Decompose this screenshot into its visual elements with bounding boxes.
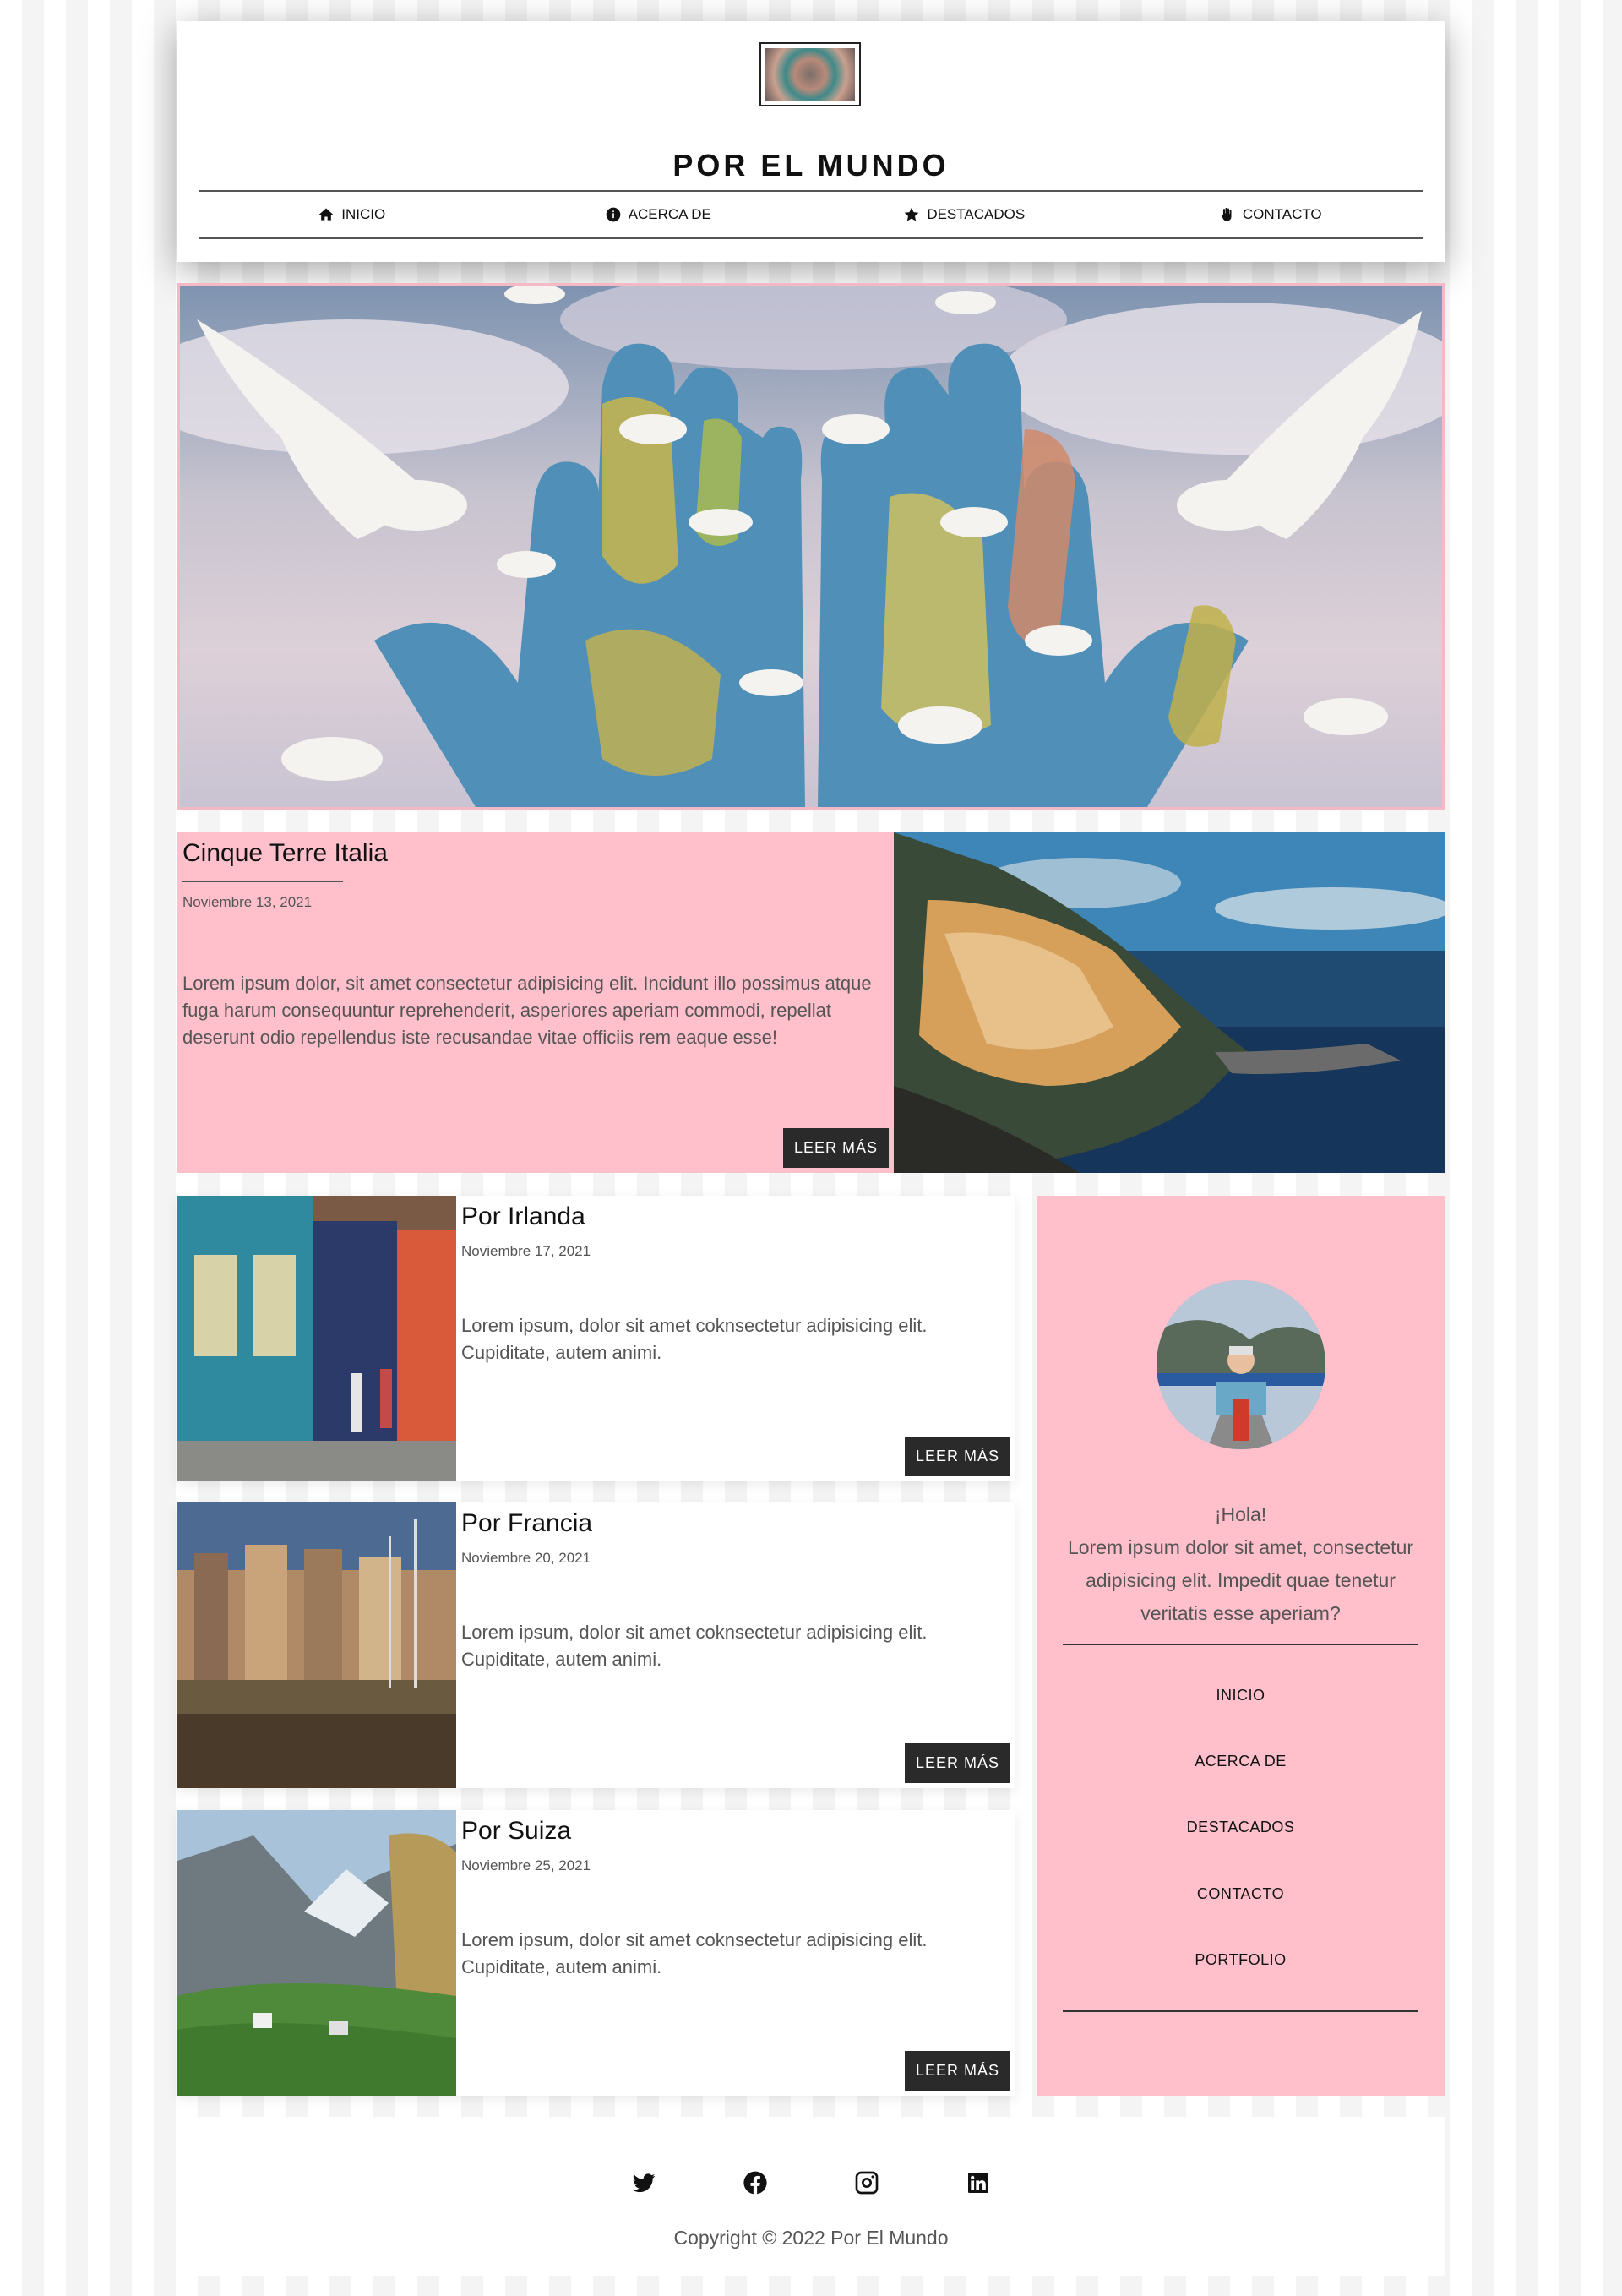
avatar-illustration (1157, 1280, 1325, 1449)
post-title[interactable]: Por Irlanda (461, 1203, 1010, 1231)
site-logo[interactable] (759, 42, 861, 106)
star-icon (904, 207, 919, 221)
site-header: POR EL MUNDO INICIO ACERCA DE DESTACADOS… (177, 21, 1445, 262)
francia-illustration (177, 1502, 456, 1788)
nav-label: CONTACTO (1242, 206, 1322, 222)
social-links (177, 2169, 1445, 2196)
site-title: POR EL MUNDO (672, 148, 950, 183)
top-nav: INICIO ACERCA DE DESTACADOS CONTACTO (199, 190, 1423, 239)
facebook-icon[interactable] (742, 2169, 769, 2196)
suiza-illustration (177, 1810, 456, 2096)
post-excerpt: Lorem ipsum, dolor sit amet coknsectetur… (461, 1929, 928, 1977)
sidebar-item-acerca-de[interactable]: ACERCA DE (1195, 1753, 1287, 1770)
post-excerpt: Lorem ipsum, dolor sit amet coknsectetur… (461, 1315, 928, 1363)
post-date: Noviembre 20, 2021 (461, 1550, 591, 1566)
logo-image (765, 48, 855, 101)
greeting: ¡Hola! Lorem ipsum dolor sit amet, conse… (1062, 1498, 1419, 1630)
featured-post: Cinque Terre Italia Noviembre 13, 2021 L… (177, 832, 1445, 1173)
read-more-button[interactable]: LEER MÁS (904, 1437, 1010, 1476)
greeting-text: Lorem ipsum dolor sit amet, consectetur … (1067, 1536, 1414, 1624)
post-date: Noviembre 25, 2021 (461, 1857, 591, 1873)
sidebar: ¡Hola! Lorem ipsum dolor sit amet, conse… (1037, 1196, 1445, 2096)
hand-icon (1221, 207, 1232, 221)
nav-item-destacados[interactable]: DESTACADOS (811, 192, 1118, 237)
instagram-icon[interactable] (853, 2169, 880, 2196)
post-body: Por Suiza Noviembre 25, 2021 Lorem ipsum… (456, 1810, 1015, 2096)
sidebar-item-destacados[interactable]: DESTACADOS (1187, 1819, 1295, 1836)
nav-item-contacto[interactable]: CONTACTO (1118, 192, 1424, 237)
cinque-terre-illustration (894, 832, 1445, 1173)
post-card-francia: Por Francia Noviembre 20, 2021 Lorem ips… (177, 1502, 1015, 1788)
post-excerpt: Lorem ipsum, dolor sit amet coknsectetur… (461, 1622, 928, 1670)
post-title[interactable]: Por Suiza (461, 1817, 1010, 1846)
post-card-irlanda: Por Irlanda Noviembre 17, 2021 Lorem ips… (177, 1196, 1015, 1481)
copyright: Copyright © 2022 Por El Mundo (673, 2227, 949, 2249)
greeting-title: ¡Hola! (1214, 1503, 1267, 1525)
featured-post-title[interactable]: Cinque Terre Italia (182, 839, 889, 868)
nav-label: ACERCA DE (628, 206, 711, 222)
post-card-suiza: Por Suiza Noviembre 25, 2021 Lorem ipsum… (177, 1810, 1015, 2096)
sidebar-item-contacto[interactable]: CONTACTO (1197, 1885, 1284, 1903)
featured-post-date: Noviembre 13, 2021 (182, 894, 313, 910)
home-icon (318, 208, 334, 221)
featured-post-text: Cinque Terre Italia Noviembre 13, 2021 L… (177, 832, 894, 1173)
read-more-button[interactable]: LEER MÁS (782, 1128, 889, 1168)
info-icon (606, 207, 620, 222)
post-thumbnail-irlanda[interactable] (177, 1196, 456, 1481)
nav-label: DESTACADOS (927, 206, 1026, 222)
hero-illustration (180, 286, 1442, 807)
nav-item-inicio[interactable]: INICIO (199, 192, 505, 237)
post-body: Por Francia Noviembre 20, 2021 Lorem ips… (456, 1502, 1015, 1788)
sidebar-menu: INICIO ACERCA DE DESTACADOS CONTACTO POR… (1063, 1644, 1418, 2012)
post-thumbnail-francia[interactable] (177, 1502, 456, 1788)
post-thumbnail-suiza[interactable] (177, 1810, 456, 2096)
irlanda-illustration (177, 1196, 456, 1481)
post-body: Por Irlanda Noviembre 17, 2021 Lorem ips… (456, 1196, 1015, 1481)
featured-post-image[interactable] (894, 832, 1445, 1173)
author-avatar (1157, 1280, 1325, 1449)
post-title[interactable]: Por Francia (461, 1509, 1010, 1538)
read-more-button[interactable]: LEER MÁS (904, 2051, 1010, 2091)
nav-item-acerca-de[interactable]: ACERCA DE (505, 192, 812, 237)
sidebar-item-portfolio[interactable]: PORTFOLIO (1195, 1951, 1286, 1969)
featured-post-excerpt: Lorem ipsum dolor, sit amet consectetur … (182, 973, 872, 1048)
post-date: Noviembre 17, 2021 (461, 1243, 591, 1259)
hero-banner-image (177, 283, 1445, 810)
site-footer: Copyright © 2022 Por El Mundo (177, 2117, 1445, 2276)
title-divider (182, 881, 343, 882)
twitter-icon[interactable] (630, 2169, 657, 2196)
nav-label: INICIO (341, 206, 386, 222)
linkedin-icon[interactable] (965, 2169, 992, 2196)
read-more-button[interactable]: LEER MÁS (904, 1743, 1010, 1783)
sidebar-item-inicio[interactable]: INICIO (1216, 1687, 1265, 1704)
